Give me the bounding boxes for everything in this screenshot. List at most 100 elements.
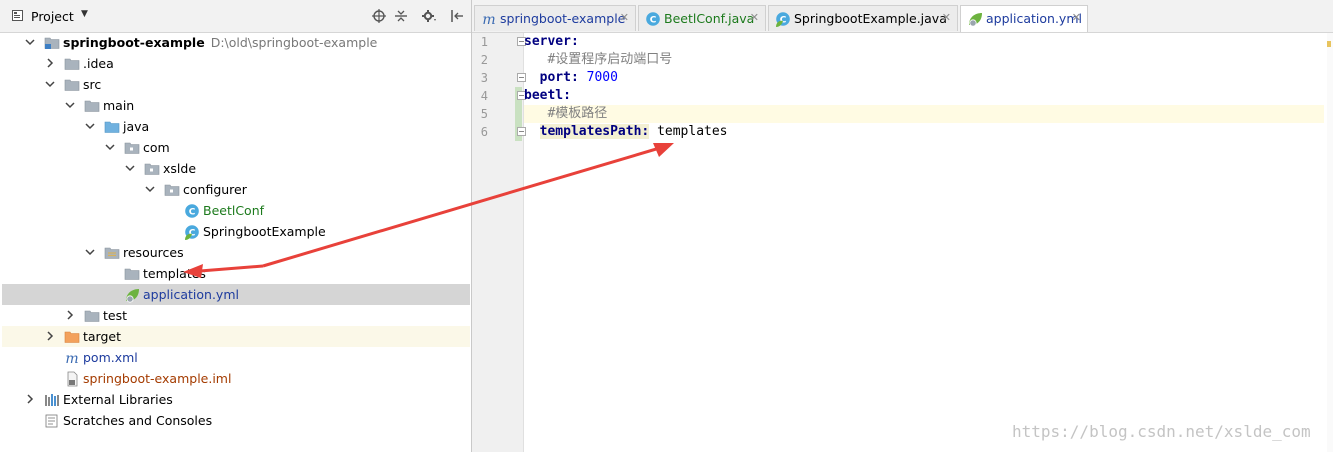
yaml-key-port: port:	[539, 70, 579, 85]
chevron-down-icon[interactable]	[24, 36, 36, 48]
line-number: 1	[480, 35, 488, 49]
editor-tab-label: application.yml	[986, 11, 1082, 26]
view-selector-chevron-icon[interactable]: ▼	[81, 9, 88, 19]
tree-node-text: application.yml	[143, 287, 239, 302]
editor-tab-label: springboot-example	[500, 11, 626, 26]
tree-node-label: pom.xml	[83, 350, 138, 365]
yaml-file-icon	[967, 11, 983, 27]
line-number: 4	[480, 89, 488, 103]
warning-marker[interactable]	[1327, 41, 1331, 47]
yaml-comment-port: #设置程序启动端口号	[547, 52, 673, 67]
tree-node[interactable]: C BeetlConf	[2, 200, 470, 221]
chevron-down-icon[interactable]	[84, 120, 96, 132]
tree-node[interactable]: springboot-example D:\old\springboot-exam…	[2, 32, 470, 53]
tree-node[interactable]: application.yml	[2, 284, 470, 305]
chevron-down-icon[interactable]	[44, 78, 56, 90]
resources-folder-icon	[104, 245, 120, 260]
tree-node-text: External Libraries	[63, 392, 173, 407]
tree-node-text: Scratches and Consoles	[63, 413, 213, 428]
tree-node-text: springboot-example.iml	[83, 371, 232, 386]
tree-node-label: resources	[123, 245, 184, 260]
chevron-right-icon[interactable]	[24, 393, 36, 405]
tree-node[interactable]: main	[2, 95, 470, 116]
tree-node[interactable]: configurer	[2, 179, 470, 200]
chevron-down-icon[interactable]	[104, 141, 116, 153]
chevron-down-icon[interactable]	[144, 183, 156, 195]
tree-node-text: com	[143, 140, 170, 155]
editor-tab-label: SpringbootExample.java	[794, 11, 947, 26]
chevron-down-icon[interactable]	[84, 246, 96, 258]
excluded-folder-icon	[64, 329, 80, 344]
tree-node-label: src	[83, 77, 101, 92]
maven-icon: m	[64, 350, 80, 367]
tree-node[interactable]: .idea	[2, 53, 470, 74]
tree-node[interactable]: com	[2, 137, 470, 158]
tree-node[interactable]: Scratches and Consoles	[2, 410, 470, 431]
error-stripe[interactable]	[1327, 33, 1333, 452]
svg-text:m: m	[65, 351, 78, 366]
tree-node[interactable]: templates	[2, 263, 470, 284]
settings-gear-icon[interactable]	[421, 8, 437, 24]
tree-node-label: springboot-example D:\old\springboot-exam…	[63, 35, 377, 50]
close-tab-icon[interactable]: ✕	[620, 11, 629, 24]
project-panel-title[interactable]: Project	[31, 9, 74, 24]
tree-node-label: templates	[143, 266, 206, 281]
folder-icon	[64, 77, 80, 92]
editor-tab[interactable]: application.yml ✕	[960, 5, 1088, 32]
tree-node[interactable]: m pom.xml	[2, 347, 470, 368]
tree-node[interactable]: resources	[2, 242, 470, 263]
tree-node-label: xslde	[163, 161, 196, 176]
tree-node[interactable]: test	[2, 305, 470, 326]
maven-icon: m	[481, 11, 497, 28]
close-tab-icon[interactable]: ✕	[1072, 11, 1081, 24]
tree-node-text: pom.xml	[83, 350, 138, 365]
tree-node-text: BeetlConf	[203, 203, 265, 218]
locate-target-icon[interactable]	[371, 8, 387, 24]
scratches-icon	[44, 413, 60, 428]
tree-node-label: Scratches and Consoles	[63, 413, 212, 428]
tree-node-label: BeetlConf	[203, 203, 264, 218]
tree-node-text: target	[83, 329, 122, 344]
tree-node[interactable]: xslde	[2, 158, 470, 179]
editor-tab-label: BeetlConf.java	[664, 11, 755, 26]
iml-file-icon	[64, 371, 80, 387]
editor-tab[interactable]: C BeetlConf.java ✕	[638, 5, 766, 31]
tree-node[interactable]: src	[2, 74, 470, 95]
watermark: https://blog.csdn.net/xslde_com	[1012, 422, 1311, 441]
yaml-key-server: server:	[524, 34, 579, 49]
code-line-1: server:	[524, 33, 1324, 51]
close-tab-icon[interactable]: ✕	[942, 11, 951, 24]
chevron-right-icon[interactable]	[64, 309, 76, 321]
tree-node-label: .idea	[83, 56, 114, 71]
tree-node-text: xslde	[163, 161, 197, 176]
tree-node-text: src	[83, 77, 102, 92]
tree-node-label: configurer	[183, 182, 247, 197]
code-line-5: #模板路径	[524, 105, 1324, 123]
chevron-right-icon[interactable]	[44, 330, 56, 342]
tree-node-label: target	[83, 329, 121, 344]
chevron-down-icon[interactable]	[64, 99, 76, 111]
tree-node[interactable]: springboot-example.iml	[2, 368, 470, 389]
tree-node-label: springboot-example.iml	[83, 371, 231, 386]
tree-node-label: SpringbootExample	[203, 224, 326, 239]
tree-node[interactable]: java	[2, 116, 470, 137]
code-line-4: beetl:	[524, 87, 1324, 105]
editor-tab[interactable]: C SpringbootExample.java ✕	[768, 5, 958, 31]
chevron-down-icon[interactable]	[124, 162, 136, 174]
editor-tab[interactable]: m springboot-example ✕	[474, 5, 636, 31]
yaml-file-icon	[124, 287, 140, 303]
tree-node[interactable]: C SpringbootExample	[2, 221, 470, 242]
java-class-icon: C	[184, 203, 200, 218]
tree-node-label: application.yml	[143, 287, 239, 302]
module-path-hint: D:\old\springboot-example	[210, 35, 378, 50]
module-folder-icon	[44, 35, 60, 50]
java-class-icon: C	[645, 11, 661, 27]
tree-node[interactable]: External Libraries	[2, 389, 470, 410]
svg-text:C: C	[189, 208, 196, 218]
chevron-right-icon[interactable]	[44, 57, 56, 69]
hide-panel-icon[interactable]	[449, 8, 465, 24]
collapse-all-icon[interactable]	[393, 8, 409, 24]
tree-node-text: SpringbootExample	[203, 224, 326, 239]
tree-node[interactable]: target	[2, 326, 470, 347]
close-tab-icon[interactable]: ✕	[750, 11, 759, 24]
